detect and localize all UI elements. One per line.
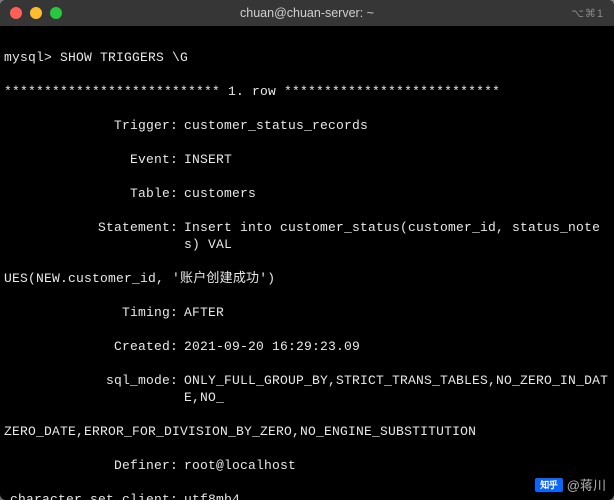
field-event: Event:INSERT (4, 151, 610, 168)
field-sql-mode-wrap: ZERO_DATE,ERROR_FOR_DIVISION_BY_ZERO,NO_… (4, 423, 610, 440)
field-timing: Timing:AFTER (4, 304, 610, 321)
field-trigger: Trigger:customer_status_records (4, 117, 610, 134)
field-statement: Statement:Insert into customer_status(cu… (4, 219, 610, 253)
close-icon[interactable] (10, 7, 22, 19)
field-sql-mode: sql_mode:ONLY_FULL_GROUP_BY,STRICT_TRANS… (4, 372, 610, 406)
pane-indicator: ⌥⌘1 (571, 7, 604, 20)
field-created: Created:2021-09-20 16:29:23.09 (4, 338, 610, 355)
command-text: SHOW TRIGGERS \G (60, 50, 188, 65)
minimize-icon[interactable] (30, 7, 42, 19)
command-line: mysql> SHOW TRIGGERS \G (4, 49, 610, 66)
terminal-output[interactable]: mysql> SHOW TRIGGERS \G ****************… (0, 26, 614, 500)
field-statement-wrap: UES(NEW.customer_id, '账户创建成功') (4, 270, 610, 287)
window-title: chuan@chuan-server: ~ (0, 6, 614, 20)
row-separator: *************************** 1. row *****… (4, 83, 610, 100)
maximize-icon[interactable] (50, 7, 62, 19)
field-table: Table:customers (4, 185, 610, 202)
field-definer: Definer:root@localhost (4, 457, 610, 474)
traffic-lights (10, 7, 62, 19)
titlebar: chuan@chuan-server: ~ ⌥⌘1 (0, 0, 614, 26)
prompt: mysql> (4, 50, 60, 65)
terminal-window: chuan@chuan-server: ~ ⌥⌘1 mysql> SHOW TR… (0, 0, 614, 500)
field-charset: character_set_client:utf8mb4 (4, 491, 610, 500)
